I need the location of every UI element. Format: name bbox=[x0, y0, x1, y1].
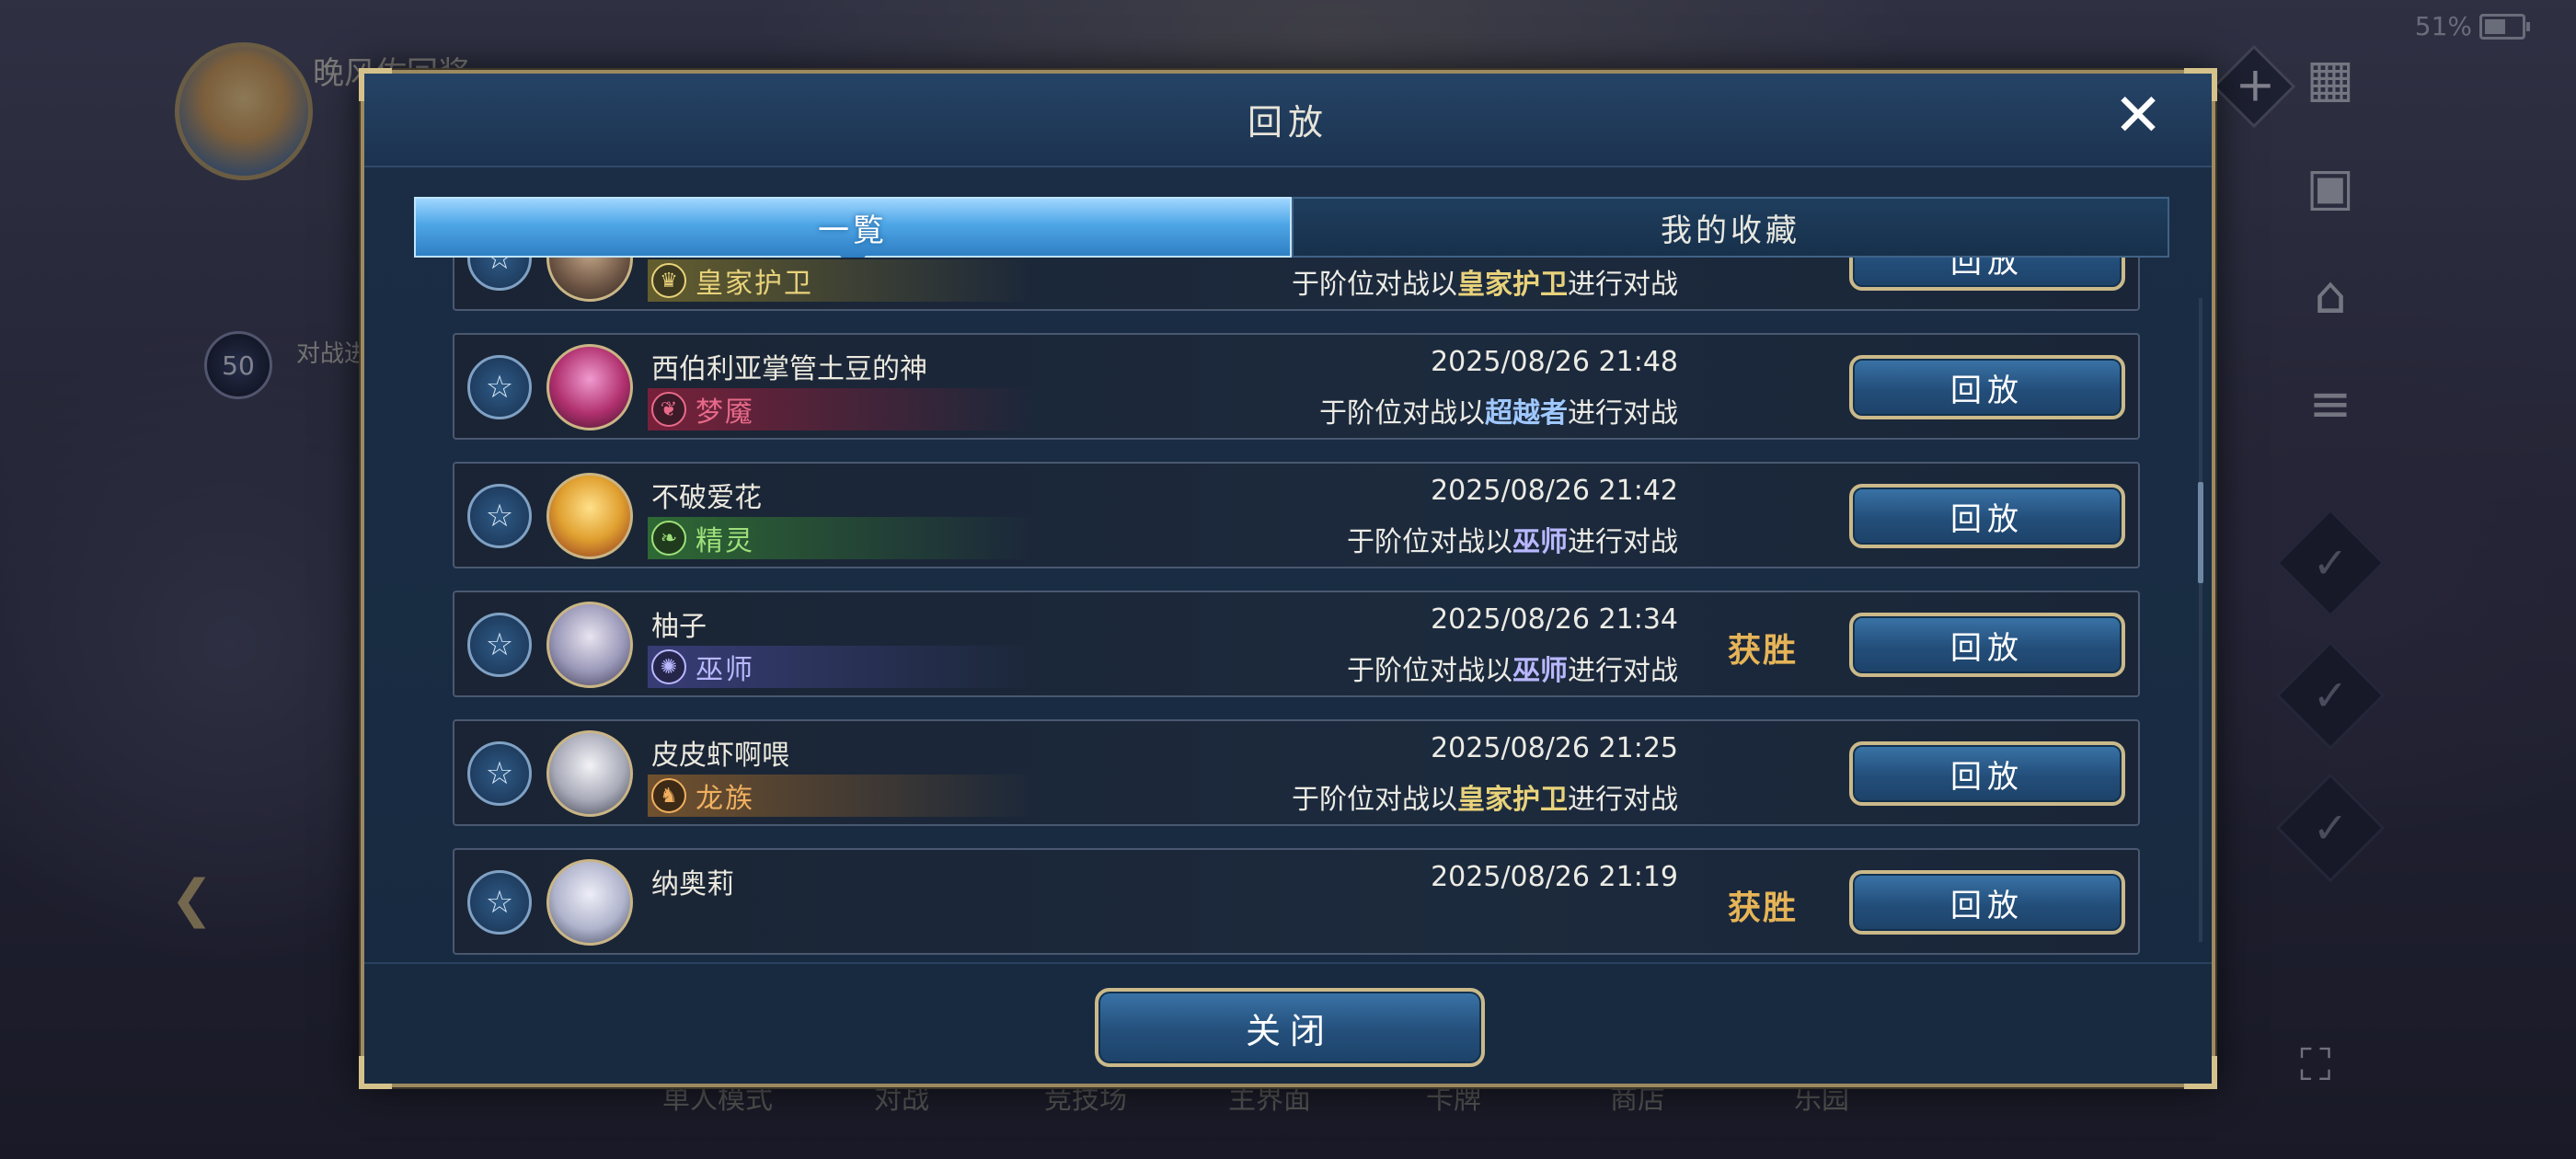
class-bar: ✺ 巫师 bbox=[648, 646, 1034, 688]
match-description: 于阶位对战以巫师进行对战 bbox=[1347, 655, 1678, 687]
opponent-name: 柚子 bbox=[651, 611, 707, 643]
opponent-portrait bbox=[546, 859, 633, 946]
favorite-star-icon[interactable]: ☆ bbox=[467, 355, 532, 419]
scrollbar[interactable] bbox=[2198, 298, 2203, 942]
match-datetime: 2025/08/26 21:42 bbox=[1431, 475, 1678, 507]
list-item: ☆ ♛ 皇家护卫 于阶位对战以皇家护卫进行对战 回放 bbox=[453, 258, 2140, 311]
favorite-star-icon[interactable]: ☆ bbox=[467, 258, 532, 291]
win-label: 获胜 bbox=[1728, 889, 1799, 927]
class-bar: ❦ 梦魇 bbox=[648, 388, 1034, 430]
frame-corner bbox=[2184, 1056, 2217, 1089]
tab-bar: 一覧 我的收藏 bbox=[414, 197, 2169, 270]
match-description: 于阶位对战以皇家护卫进行对战 bbox=[1292, 269, 1678, 301]
match-description: 于阶位对战以皇家护卫进行对战 bbox=[1292, 784, 1678, 816]
list-item: ☆ 纳奥莉 2025/08/26 21:19 获胜 回放 bbox=[453, 848, 2140, 955]
opponent-portrait bbox=[546, 602, 633, 688]
close-icon[interactable]: ✕ bbox=[2110, 86, 2166, 145]
replay-button[interactable]: 回放 bbox=[1849, 355, 2125, 419]
class-label: 梦魇 bbox=[696, 396, 754, 429]
favorite-star-icon[interactable]: ☆ bbox=[467, 613, 532, 677]
leaf-icon: ❧ bbox=[651, 521, 686, 556]
class-bar: ❧ 精灵 bbox=[648, 517, 1034, 559]
replay-button[interactable]: 回放 bbox=[1849, 258, 2125, 291]
tab-all[interactable]: 一覧 bbox=[414, 197, 1292, 270]
close-button[interactable]: 关闭 bbox=[1095, 988, 1485, 1067]
opponent-name: 不破爱花 bbox=[651, 482, 762, 514]
favorite-star-icon[interactable]: ☆ bbox=[467, 741, 532, 806]
list-item: ☆ 西伯利亚掌管土豆的神 ❦ 梦魇 2025/08/26 21:48 于阶位对战… bbox=[453, 333, 2140, 440]
crown-icon: ♛ bbox=[651, 263, 686, 298]
class-label: 皇家护卫 bbox=[696, 268, 813, 300]
opponent-name: 西伯利亚掌管土豆的神 bbox=[651, 353, 927, 385]
match-datetime: 2025/08/26 21:19 bbox=[1431, 861, 1678, 893]
footer-divider bbox=[364, 962, 2212, 964]
class-bar: ♛ 皇家护卫 bbox=[648, 259, 1034, 302]
list-item: ☆ 皮皮虾啊喂 ♞ 龙族 2025/08/26 21:25 于阶位对战以皇家护卫… bbox=[453, 719, 2140, 826]
frame-corner bbox=[359, 1056, 392, 1089]
replay-list[interactable]: ☆ ♛ 皇家护卫 于阶位对战以皇家护卫进行对战 回放 ☆ 西伯利亚掌管土豆的神 … bbox=[453, 258, 2140, 1014]
replay-button[interactable]: 回放 bbox=[1849, 613, 2125, 677]
opponent-name: 皮皮虾啊喂 bbox=[651, 740, 789, 772]
gear-icon: ✺ bbox=[651, 649, 686, 684]
match-description: 于阶位对战以巫师进行对战 bbox=[1347, 526, 1678, 558]
dragon-icon: ♞ bbox=[651, 778, 686, 813]
class-bar: ♞ 龙族 bbox=[648, 775, 1034, 817]
replay-button[interactable]: 回放 bbox=[1849, 484, 2125, 548]
match-datetime: 2025/08/26 21:48 bbox=[1431, 346, 1678, 378]
favorite-star-icon[interactable]: ☆ bbox=[467, 870, 532, 935]
class-label: 精灵 bbox=[696, 525, 754, 557]
favorite-star-icon[interactable]: ☆ bbox=[467, 484, 532, 548]
match-description: 于阶位对战以超越者进行对战 bbox=[1319, 397, 1678, 430]
dialog-header: 回放 ✕ bbox=[364, 74, 2212, 167]
win-label: 获胜 bbox=[1728, 632, 1799, 670]
replay-dialog: 回放 ✕ 一覧 我的收藏 ☆ ♛ 皇家护卫 于阶位对战以皇家护卫进行对战 回放 bbox=[359, 68, 2217, 1089]
nightmare-icon: ❦ bbox=[651, 392, 686, 427]
dialog-title: 回放 bbox=[1247, 102, 1328, 143]
replay-button[interactable]: 回放 bbox=[1849, 741, 2125, 806]
class-label: 龙族 bbox=[696, 783, 754, 815]
class-label: 巫师 bbox=[696, 654, 754, 686]
opponent-name: 纳奥莉 bbox=[651, 868, 734, 901]
opponent-portrait bbox=[546, 730, 633, 817]
replay-button[interactable]: 回放 bbox=[1849, 870, 2125, 935]
replay-list-content: ☆ ♛ 皇家护卫 于阶位对战以皇家护卫进行对战 回放 ☆ 西伯利亚掌管土豆的神 … bbox=[453, 258, 2140, 977]
opponent-portrait bbox=[546, 473, 633, 559]
opponent-portrait bbox=[546, 258, 633, 302]
scrollbar-thumb[interactable] bbox=[2198, 482, 2203, 583]
opponent-portrait bbox=[546, 344, 633, 430]
tab-favorites[interactable]: 我的收藏 bbox=[1292, 197, 2169, 258]
list-item: ☆ 柚子 ✺ 巫师 2025/08/26 21:34 于阶位对战以巫师进行对战 … bbox=[453, 591, 2140, 697]
match-datetime: 2025/08/26 21:25 bbox=[1431, 732, 1678, 764]
list-item: ☆ 不破爱花 ❧ 精灵 2025/08/26 21:42 于阶位对战以巫师进行对… bbox=[453, 462, 2140, 568]
match-datetime: 2025/08/26 21:34 bbox=[1431, 603, 1678, 636]
